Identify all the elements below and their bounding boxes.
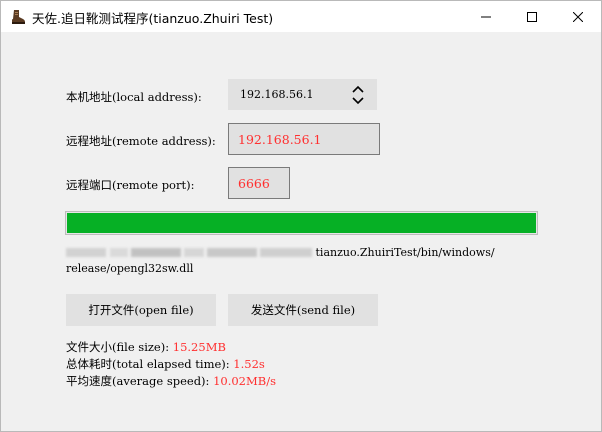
boot-icon	[10, 9, 26, 25]
redacted-path-segment	[66, 246, 316, 259]
remote-port-label: 远程端口(remote port):	[66, 178, 195, 192]
title-bar[interactable]: 天佐.追日靴测试程序(tianzuo.Zhuiri Test)	[1, 1, 601, 32]
average-speed-value: 10.02MB/s	[213, 374, 277, 388]
main-panel: 本机地址(local address): 192.168.56.1 远程地址(r…	[1, 32, 601, 431]
average-speed-label: 平均速度(average speed):	[66, 374, 210, 388]
remote-port-field[interactable]: 6666	[228, 167, 290, 199]
updown-chevron-icon	[351, 85, 365, 109]
maximize-icon	[527, 7, 537, 26]
file-size-label: 文件大小(file size):	[66, 340, 170, 354]
file-path-line2: release/opengl32sw.dll	[66, 262, 194, 275]
local-address-value: 192.168.56.1	[240, 88, 314, 101]
remote-address-label: 远程地址(remote address):	[66, 134, 216, 148]
elapsed-time-stat: 总体耗时(total elapsed time): 1.52s	[66, 356, 265, 372]
remote-address-value: 192.168.56.1	[238, 132, 322, 147]
average-speed-stat: 平均速度(average speed): 10.02MB/s	[66, 373, 276, 389]
window-title: 天佐.追日靴测试程序(tianzuo.Zhuiri Test)	[32, 11, 274, 26]
open-file-button[interactable]: 打开文件(open file)	[66, 294, 216, 326]
minimize-icon	[481, 7, 491, 26]
local-address-label: 本机地址(local address):	[66, 90, 202, 104]
app-window: 天佐.追日靴测试程序(tianzuo.Zhuiri Test) 本机地址(loc…	[0, 0, 602, 432]
elapsed-time-value: 1.52s	[233, 357, 265, 371]
close-icon	[572, 7, 584, 26]
transfer-progress-bar	[65, 211, 538, 235]
file-path-text: tianzuo.ZhuiriTest/bin/windows/	[315, 246, 495, 259]
close-button[interactable]	[555, 1, 601, 32]
progress-fill	[67, 213, 536, 233]
file-size-stat: 文件大小(file size): 15.25MB	[66, 339, 226, 355]
file-path-line1: tianzuo.ZhuiriTest/bin/windows/	[66, 246, 495, 259]
remote-port-value: 6666	[238, 176, 270, 191]
remote-address-field[interactable]: 192.168.56.1	[228, 123, 380, 155]
elapsed-time-label: 总体耗时(total elapsed time):	[66, 357, 230, 371]
send-file-button[interactable]: 发送文件(send file)	[228, 294, 378, 326]
local-address-combobox[interactable]: 192.168.56.1	[228, 79, 377, 110]
file-size-value: 15.25MB	[172, 340, 226, 354]
maximize-button[interactable]	[509, 1, 555, 32]
minimize-button[interactable]	[463, 1, 509, 32]
